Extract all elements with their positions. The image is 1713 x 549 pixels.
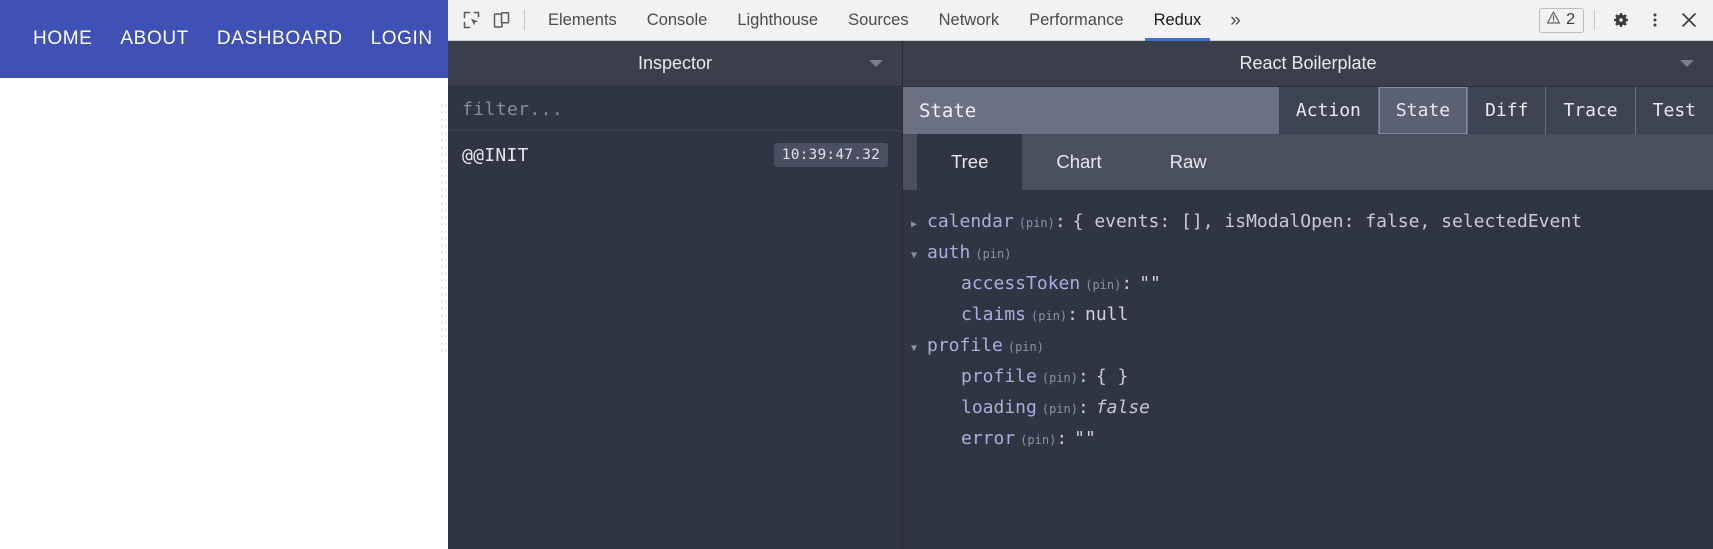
devtools-pane: Elements Console Lighthouse Sources Network P… [448, 0, 1713, 549]
devtools-tab-performance[interactable]: Performance [1014, 0, 1138, 41]
state-value: { } [1095, 366, 1129, 387]
inspector-tab-action[interactable]: Action [1277, 87, 1378, 134]
state-key[interactable]: profile [927, 330, 1003, 361]
pin-button[interactable]: (pin) [1008, 332, 1044, 363]
warning-count: 2 [1566, 11, 1575, 28]
device-toolbar-icon[interactable] [486, 5, 516, 35]
inspector-tab-test[interactable]: Test [1634, 87, 1713, 134]
action-name: @@INIT [462, 144, 529, 166]
pin-button[interactable]: (pin) [1020, 425, 1056, 456]
inspector-tab-diff[interactable]: Diff [1467, 87, 1546, 134]
page-navbar: HOME ABOUT DASHBOARD LOGIN [0, 0, 448, 78]
state-key[interactable]: claims [961, 299, 1026, 330]
screenshot-root: HOME ABOUT DASHBOARD LOGIN Elements Conso [0, 0, 1713, 549]
state-key[interactable]: calendar [927, 206, 1014, 237]
page-edge-texture [440, 102, 446, 352]
state-key[interactable]: accessToken [961, 268, 1080, 299]
inspector-tab-state[interactable]: State [1377, 87, 1468, 134]
state-tab-chart[interactable]: Chart [1022, 134, 1135, 190]
state-value: false [1095, 397, 1151, 418]
state-tab-raw[interactable]: Raw [1136, 134, 1241, 190]
more-tabs-icon[interactable]: » [1216, 11, 1255, 30]
pin-button[interactable]: (pin) [1019, 208, 1055, 239]
inspector-tab-trace[interactable]: Trace [1545, 87, 1635, 134]
devtools-tab-lighthouse[interactable]: Lighthouse [722, 0, 833, 41]
nav-link-home[interactable]: HOME [33, 28, 92, 50]
gear-icon[interactable] [1605, 4, 1637, 36]
pin-button[interactable]: (pin) [1031, 301, 1067, 332]
state-value: { events: [], isModalOpen: false, select… [1072, 211, 1583, 232]
instance-header: React Boilerplate [903, 41, 1713, 87]
inspector-title: Inspector [637, 53, 713, 73]
instance-chevron-down-icon[interactable] [1679, 55, 1695, 73]
state-colon: : [1056, 428, 1068, 449]
state-label: State [919, 99, 977, 122]
state-colon: : [1077, 397, 1089, 418]
devtools-tab-list: Elements Console Lighthouse Sources Network P… [533, 0, 1539, 41]
inspector-chevron-down-icon[interactable] [868, 55, 884, 73]
nav-link-about[interactable]: ABOUT [120, 28, 188, 50]
state-key[interactable]: error [961, 423, 1015, 454]
state-tree-node[interactable]: ▼ profile (pin) [903, 330, 1713, 361]
action-filter-row [448, 87, 902, 132]
filter-input[interactable] [462, 98, 902, 120]
inspect-element-icon[interactable] [456, 5, 486, 35]
devtools-toolbar: Elements Console Lighthouse Sources Network P… [448, 0, 1713, 41]
state-colon: : [1067, 304, 1078, 325]
state-key[interactable]: profile [961, 361, 1037, 392]
nav-link-login[interactable]: LOGIN [371, 28, 433, 50]
pin-button[interactable]: (pin) [1042, 394, 1078, 425]
state-tree-node[interactable]: loading (pin): false [903, 392, 1713, 423]
state-value: "" [1074, 428, 1096, 449]
state-value: "" [1139, 273, 1161, 294]
toolbar-divider-2 [1594, 10, 1595, 30]
chevron-down-icon[interactable]: ▼ [911, 333, 927, 364]
chevron-down-icon[interactable]: ▼ [911, 240, 927, 271]
devtools-toolbar-right: 2 [1539, 4, 1713, 36]
state-key[interactable]: auth [927, 237, 970, 268]
nav-link-dashboard[interactable]: DASHBOARD [217, 28, 343, 50]
state-colon: : [1054, 211, 1066, 232]
kebab-menu-icon[interactable] [1639, 4, 1671, 36]
devtools-tab-sources[interactable]: Sources [833, 0, 924, 41]
action-row[interactable]: @@INIT 10:39:47.32 [448, 132, 902, 178]
state-value: null [1085, 304, 1129, 325]
host-page-pane: HOME ABOUT DASHBOARD LOGIN [0, 0, 448, 549]
state-tree-node[interactable]: accessToken (pin): "" [903, 268, 1713, 299]
action-timestamp: 10:39:47.32 [773, 143, 888, 167]
state-tree-node[interactable]: ▶ calendar (pin): { events: [], isModalOpen… [903, 206, 1713, 237]
state-key[interactable]: loading [961, 392, 1037, 423]
pin-button[interactable]: (pin) [1042, 363, 1078, 394]
devtools-tab-console[interactable]: Console [632, 0, 723, 41]
state-tree: ▶ calendar (pin):{ events: [], isModalOpen… [903, 190, 1713, 549]
devtools-tab-redux[interactable]: Redux [1139, 0, 1217, 41]
inspector-header: Inspector [448, 41, 902, 87]
redux-devtools: Inspector @@INIT 10:39:47.32 React Boiler… [448, 41, 1713, 549]
state-tree-node[interactable]: profile (pin): { } [903, 361, 1713, 392]
warning-triangle-icon [1546, 10, 1561, 30]
action-list[interactable]: @@INIT 10:39:47.32 [448, 132, 902, 549]
devtools-tab-elements[interactable]: Elements [533, 0, 632, 41]
close-icon[interactable] [1673, 4, 1705, 36]
page-body [0, 78, 448, 549]
devtools-tab-network[interactable]: Network [924, 0, 1015, 41]
redux-monitor-pane: Inspector @@INIT 10:39:47.32 [448, 41, 903, 549]
chevron-right-icon[interactable]: ▶ [911, 209, 927, 240]
state-tree-node[interactable]: claims (pin): null [903, 299, 1713, 330]
pin-button[interactable]: (pin) [975, 239, 1011, 270]
state-colon: : [1077, 366, 1089, 387]
redux-state-pane: React Boilerplate State Action State Diff T… [903, 41, 1713, 549]
state-colon: : [1121, 273, 1133, 294]
state-tree-node[interactable]: error (pin): "" [903, 423, 1713, 454]
toolbar-divider [524, 10, 525, 30]
pin-button[interactable]: (pin) [1085, 270, 1121, 301]
state-tree-node[interactable]: ▼ auth (pin) [903, 237, 1713, 268]
warning-badge[interactable]: 2 [1539, 7, 1584, 33]
inspector-mode-tabs: Action State Diff Trace Test [1277, 87, 1713, 134]
state-tab-tree[interactable]: Tree [917, 134, 1023, 190]
state-view-tabs: Tree Chart Raw [903, 134, 1713, 190]
instance-title: React Boilerplate [1239, 53, 1377, 73]
state-subbar: State Action State Diff Trace Test [903, 87, 1713, 134]
